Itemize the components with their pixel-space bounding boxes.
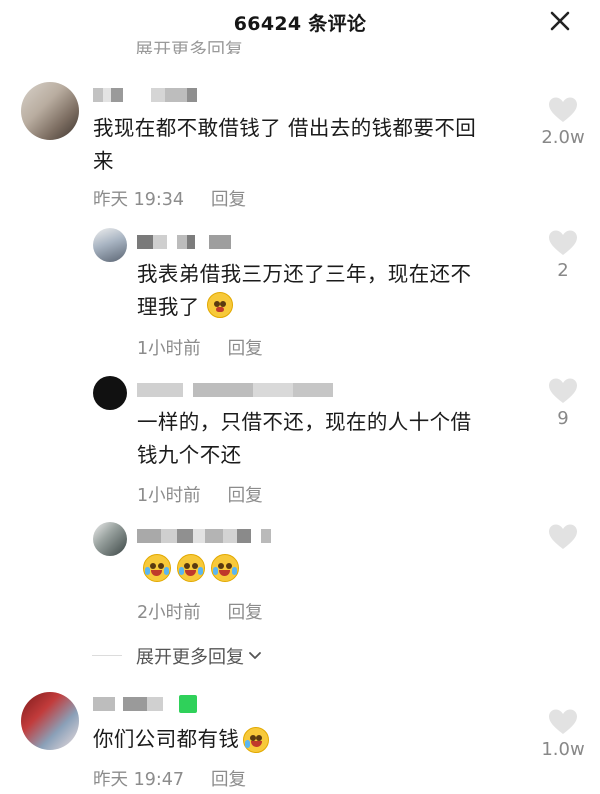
- avatar[interactable]: [93, 522, 127, 556]
- heart-icon[interactable]: [548, 229, 578, 256]
- comment-meta: 昨天 19:34 回复: [93, 186, 246, 211]
- comments-header: 66424 条评论: [0, 0, 600, 44]
- like-count: 2: [557, 260, 569, 281]
- comment-meta: 2小时前 回复: [137, 599, 263, 624]
- comment-meta: 昨天 19:47 回复: [93, 766, 246, 791]
- heart-icon[interactable]: [548, 708, 578, 735]
- comment-meta: 1小时前 回复: [137, 482, 263, 507]
- comment-meta: 1小时前 回复: [137, 335, 263, 360]
- emoji-icon: [206, 292, 233, 318]
- emoji-icon: [177, 554, 205, 582]
- reply-button[interactable]: 回复: [228, 599, 263, 624]
- emoji-icon: [243, 726, 270, 753]
- comment-text: 你们公司都有钱: [93, 723, 270, 756]
- comment-text: 我表弟借我三万还了三年，现在还不 理我了: [137, 262, 472, 319]
- heart-icon[interactable]: [548, 377, 578, 404]
- username-redacted[interactable]: [137, 232, 231, 252]
- emoji-icon: [211, 554, 239, 582]
- like-control: 1.0w: [533, 708, 593, 760]
- username-redacted[interactable]: [137, 380, 333, 400]
- avatar[interactable]: [93, 376, 127, 410]
- like-control: [533, 523, 593, 550]
- like-control: 9: [533, 377, 593, 429]
- comment-time: 1小时前: [137, 486, 201, 506]
- comment-text: 我现在都不敢借钱了 借出去的钱都要不回 来: [93, 116, 477, 173]
- comment-text: [137, 554, 239, 582]
- comment-time: 1小时前: [137, 339, 201, 359]
- comment-time: 昨天 19:47: [93, 770, 184, 790]
- like-count: 1.0w: [541, 739, 585, 760]
- reply-button[interactable]: 回复: [211, 766, 246, 791]
- comment-time: 2小时前: [137, 603, 201, 623]
- heart-icon[interactable]: [548, 96, 578, 123]
- close-icon[interactable]: [548, 9, 572, 33]
- avatar[interactable]: [21, 82, 79, 140]
- avatar[interactable]: [21, 692, 79, 750]
- avatar[interactable]: [93, 228, 127, 262]
- chevron-down-icon: [249, 652, 261, 659]
- like-count: 9: [557, 408, 569, 429]
- divider: [92, 655, 122, 656]
- expand-more-replies-partial[interactable]: 展开更多回复: [135, 34, 243, 54]
- username-redacted[interactable]: [93, 694, 197, 714]
- username-redacted[interactable]: [93, 85, 197, 105]
- reply-button[interactable]: 回复: [211, 186, 246, 211]
- like-count: 2.0w: [541, 127, 585, 148]
- expand-more-replies[interactable]: 展开更多回复: [136, 643, 263, 669]
- comment-time: 昨天 19:34: [93, 190, 184, 210]
- like-control: 2: [533, 229, 593, 281]
- comment-text: 一样的，只借不还，现在的人十个借 钱九个不还: [137, 410, 472, 467]
- green-badge-icon: [179, 695, 197, 713]
- reply-button[interactable]: 回复: [228, 335, 263, 360]
- username-redacted[interactable]: [137, 526, 271, 546]
- emoji-icon: [143, 554, 171, 582]
- reply-button[interactable]: 回复: [228, 482, 263, 507]
- heart-icon[interactable]: [548, 523, 578, 550]
- like-control: 2.0w: [533, 96, 593, 148]
- comment-count-title: 66424 条评论: [233, 12, 367, 35]
